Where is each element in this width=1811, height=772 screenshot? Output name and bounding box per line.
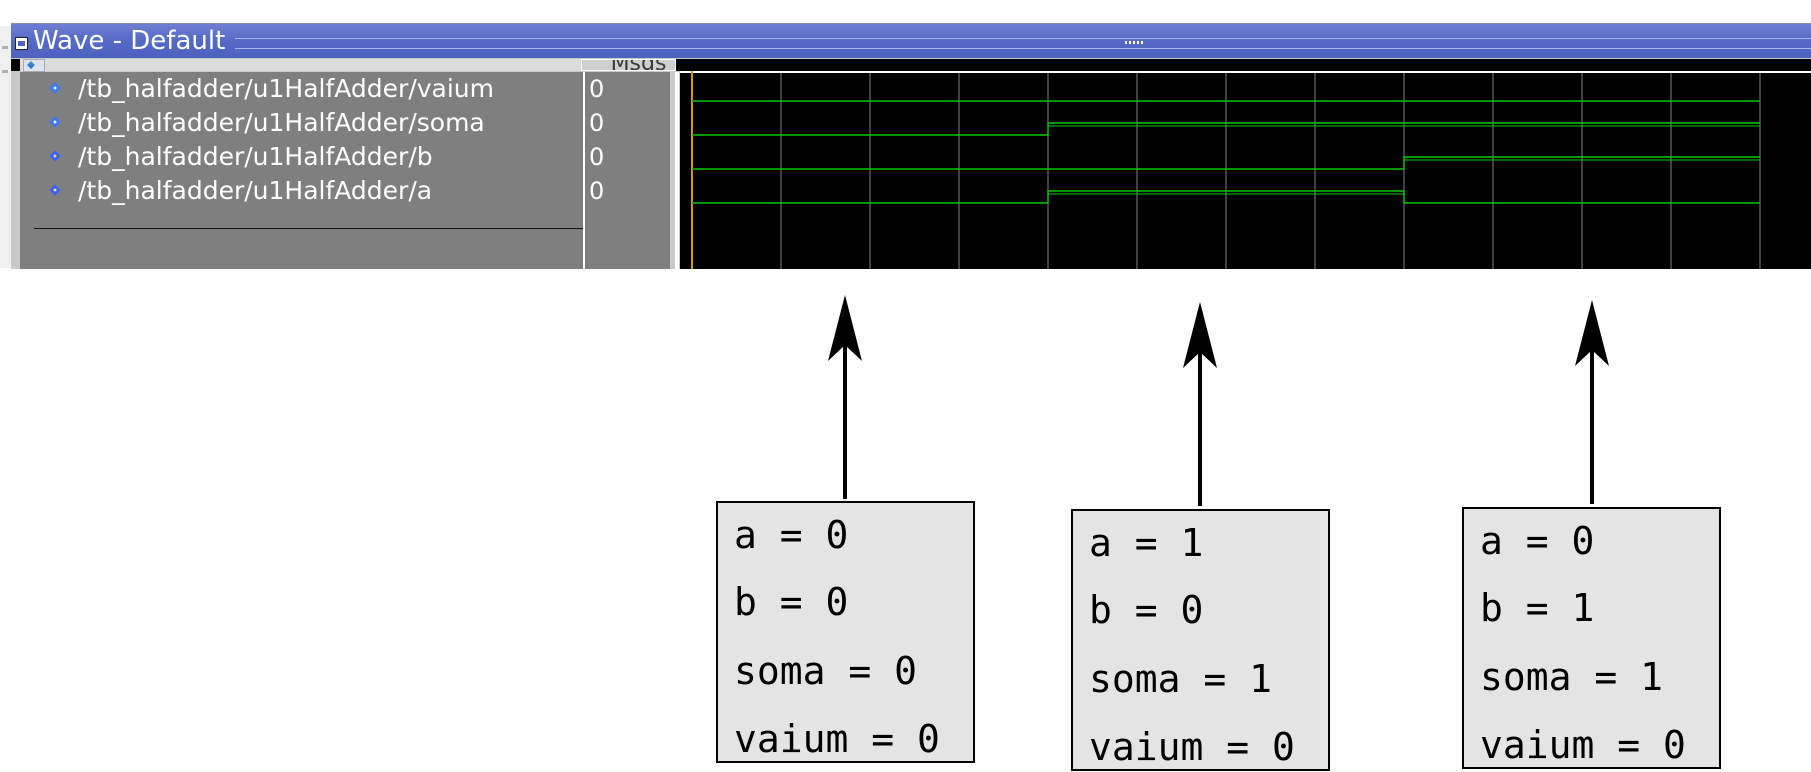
signal-row-b[interactable]: /tb_halfadder/u1HalfAdder/b <box>20 140 586 174</box>
signal-value: 0 <box>589 143 605 171</box>
signal-gem-icon <box>27 61 35 69</box>
annotation-line: a = 0 <box>734 513 849 557</box>
title-bar[interactable]: Wave - Default <box>11 24 1811 58</box>
annotation-line: soma = 1 <box>1480 655 1664 699</box>
annotation-line: b = 1 <box>1480 586 1595 630</box>
annotation-line: b = 0 <box>734 580 849 624</box>
signal-value: 0 <box>589 75 605 103</box>
msgs-label: Msgs <box>591 60 667 70</box>
signal-row-vaium[interactable]: /tb_halfadder/u1HalfAdder/vaium <box>20 72 586 106</box>
output-signal-icon <box>49 116 61 128</box>
wave-window: Wave - Default Msgs /tb_halfadder/u1Half… <box>11 23 1811 269</box>
signal-name: /tb_halfadder/u1HalfAdder/a <box>78 176 433 205</box>
annotation-box-3: a = 0 b = 1 soma = 1 vaium = 0 <box>1462 507 1721 769</box>
annotation-box-2: a = 1 b = 0 soma = 1 vaium = 0 <box>1071 509 1330 771</box>
sort-dropdown-button[interactable] <box>23 59 45 72</box>
name-column-header[interactable] <box>20 59 588 71</box>
window-icon[interactable] <box>15 37 28 50</box>
selection-underline <box>34 228 586 229</box>
output-signal-icon <box>49 82 61 94</box>
value-row[interactable]: 0 <box>585 140 670 174</box>
annotation-line: vaium = 0 <box>1480 723 1686 767</box>
waveform-canvas[interactable] <box>680 71 1811 269</box>
value-row[interactable]: 0 <box>585 106 670 140</box>
signal-name: /tb_halfadder/u1HalfAdder/vaium <box>78 74 495 103</box>
pane-splitter[interactable] <box>675 72 679 269</box>
dock-tick <box>2 70 8 73</box>
signal-name: /tb_halfadder/u1HalfAdder/soma <box>78 108 485 137</box>
value-row[interactable]: 0 <box>585 174 670 208</box>
signal-values-pane: 0 0 0 0 <box>583 72 670 269</box>
msgs-column-header[interactable]: Msgs <box>581 59 676 71</box>
signal-value: 0 <box>589 109 605 137</box>
input-signal-icon <box>49 150 61 162</box>
value-row[interactable]: 0 <box>585 72 670 106</box>
annotation-line: a = 0 <box>1480 519 1595 563</box>
signal-name: /tb_halfadder/u1HalfAdder/b <box>78 142 433 171</box>
annotation-line: a = 1 <box>1089 521 1204 565</box>
annotation-line: b = 0 <box>1089 588 1204 632</box>
drag-handle-icon[interactable] <box>1125 41 1143 44</box>
column-header-row: Msgs <box>11 59 1811 72</box>
arrow-3 <box>1575 300 1609 504</box>
signal-row-a[interactable]: /tb_halfadder/u1HalfAdder/a <box>20 174 586 208</box>
arrow-2 <box>1183 302 1217 506</box>
dock-tick <box>2 46 8 49</box>
window-title: Wave - Default <box>33 26 226 56</box>
signal-value: 0 <box>589 177 605 205</box>
annotation-line: vaium = 0 <box>1089 725 1295 769</box>
signal-names-pane: /tb_halfadder/u1HalfAdder/vaium /tb_half… <box>20 72 586 269</box>
arrow-1 <box>828 295 862 499</box>
title-grip[interactable] <box>235 38 1811 49</box>
waveform-area[interactable] <box>680 71 1811 269</box>
input-signal-icon <box>49 184 61 196</box>
signal-row-soma[interactable]: /tb_halfadder/u1HalfAdder/soma <box>20 106 586 140</box>
annotation-line: soma = 1 <box>1089 657 1273 701</box>
annotation-line: vaium = 0 <box>734 717 940 761</box>
annotation-box-1: a = 0 b = 0 soma = 0 vaium = 0 <box>716 501 975 763</box>
annotation-line: soma = 0 <box>734 649 918 693</box>
